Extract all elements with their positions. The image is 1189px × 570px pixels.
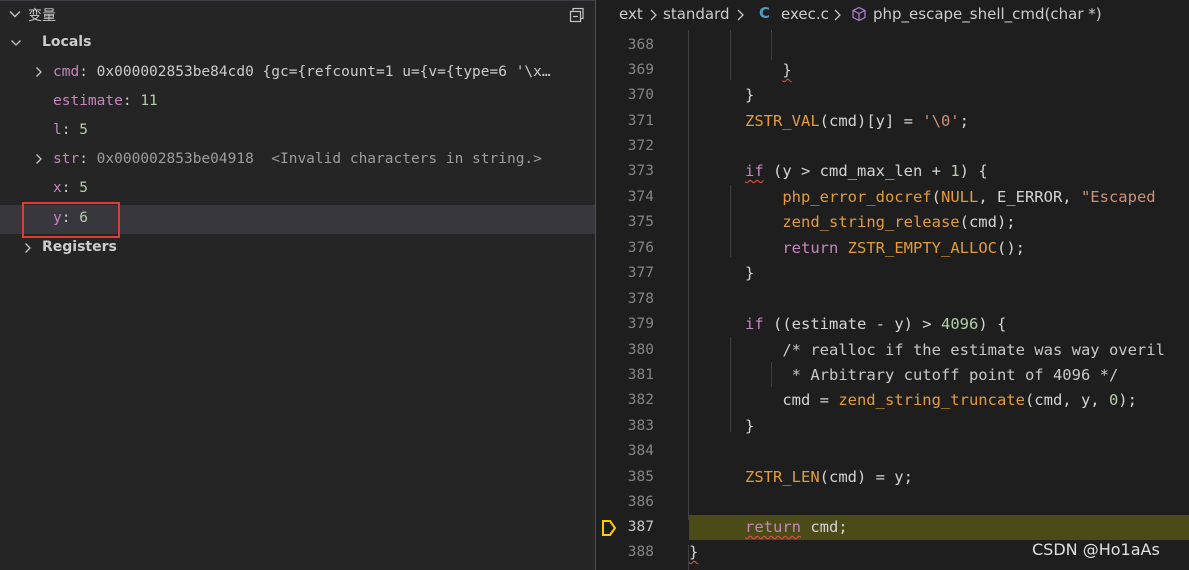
- variable-name: l: [53, 122, 62, 138]
- registers-group[interactable]: Registers: [0, 234, 595, 263]
- line-number: 382: [627, 392, 654, 408]
- variable-row-estimate[interactable]: estimate: 11: [0, 87, 595, 116]
- line-number: 383: [627, 418, 654, 434]
- chevron-right-icon[interactable]: [33, 66, 45, 78]
- line-number: 373: [627, 163, 654, 179]
- line-number: 368: [627, 37, 654, 53]
- line-number: 375: [627, 214, 654, 230]
- line-number: 377: [627, 265, 654, 281]
- variable-separator: :: [79, 151, 97, 167]
- code-line-381: * Arbitrary cutoff point of 4096 */: [782, 366, 1119, 384]
- line-number: 388: [627, 544, 654, 560]
- registers-group-label: Registers: [42, 239, 117, 255]
- line-number: 374: [627, 189, 654, 205]
- chevron-down-icon[interactable]: [8, 7, 22, 21]
- indent-guide: [771, 30, 772, 60]
- variable-row-l[interactable]: l: 5: [0, 116, 595, 145]
- variable-name: str: [53, 151, 80, 167]
- debugger-window: 变量 Locals cmd: 0x000002853be84cd0 {gc={r…: [0, 0, 1189, 570]
- chevron-right-icon: [650, 9, 657, 21]
- variable-value: 5: [79, 180, 88, 196]
- code-line-374: php_error_docref(NULL, E_ERROR, "Escaped: [782, 188, 1156, 206]
- variables-panel-title: 变量: [28, 8, 56, 24]
- code-line-379: if ((estimate - y) > 4096) {: [745, 315, 1007, 333]
- current-statement-arrow-icon[interactable]: [601, 519, 617, 537]
- chevron-right-icon[interactable]: [33, 153, 45, 165]
- code-line-380: /* realloc if the estimate was way overi…: [782, 341, 1165, 359]
- code-line-373: if (y > cmd_max_len + 1) {: [745, 162, 988, 180]
- variable-separator: :: [79, 64, 97, 80]
- line-number: 385: [627, 469, 654, 485]
- locals-group-label: Locals: [42, 34, 92, 50]
- variable-value: 0x000002853be84cd0 {gc={refcount=1 u={v=…: [96, 64, 551, 80]
- code-line-370: }: [689, 86, 755, 104]
- variable-separator: :: [61, 122, 80, 138]
- code-line-382: cmd = zend_string_truncate(cmd, y, 0);: [689, 391, 1137, 409]
- line-number: 369: [627, 62, 654, 78]
- chevron-down-icon[interactable]: [10, 37, 22, 49]
- variable-row-x[interactable]: x: 5: [0, 174, 595, 203]
- code-line-383: }: [689, 417, 755, 435]
- line-number: 379: [627, 316, 654, 332]
- code-editor: ext standard C exec.c php_escape_shell_c…: [597, 0, 1189, 570]
- line-number: 386: [627, 494, 654, 510]
- variable-value: 11: [140, 93, 158, 109]
- code-line-375: zend_string_release(cmd);: [782, 213, 1016, 231]
- line-number: 381: [627, 367, 654, 383]
- variable-name: cmd: [53, 64, 80, 80]
- breadcrumb-item-ext[interactable]: ext: [619, 5, 643, 23]
- line-number: 371: [627, 113, 654, 129]
- variable-name: x: [53, 180, 62, 196]
- code-line-385: ZSTR_LEN(cmd) = y;: [745, 468, 913, 486]
- line-number: 380: [627, 342, 654, 358]
- line-number: 376: [627, 240, 654, 256]
- variable-separator: :: [122, 93, 141, 109]
- line-number: 384: [627, 443, 654, 459]
- watermark: CSDN @Ho1aAs: [1032, 540, 1160, 559]
- variables-panel-header[interactable]: 变量: [0, 0, 595, 28]
- chevron-right-icon[interactable]: [22, 242, 34, 254]
- code-line-387-current: return cmd;: [689, 515, 1189, 540]
- variable-value: 5: [79, 122, 88, 138]
- code-line-376: return ZSTR_EMPTY_ALLOC();: [782, 239, 1025, 257]
- code-line-377: }: [689, 264, 755, 282]
- highlight-annotation-box: [22, 202, 120, 238]
- line-number: 378: [627, 291, 654, 307]
- collapse-all-icon[interactable]: [568, 6, 586, 24]
- variable-name: estimate: [53, 93, 123, 109]
- variable-row-str[interactable]: str: 0x000002853be04918 <Invalid charact…: [0, 145, 595, 174]
- code-line-371: ZSTR_VAL(cmd)[y] = '\0';: [745, 112, 969, 130]
- line-number: 370: [627, 87, 654, 103]
- variable-value: 0x000002853be04918 <Invalid characters i…: [96, 151, 542, 167]
- variable-row-cmd[interactable]: cmd: 0x000002853be84cd0 {gc={refcount=1 …: [0, 58, 595, 87]
- line-number: 372: [627, 138, 654, 154]
- variables-panel: 变量 Locals cmd: 0x000002853be84cd0 {gc={r…: [0, 0, 596, 570]
- code-line-369: }: [782, 61, 792, 79]
- locals-group[interactable]: Locals: [0, 29, 595, 58]
- variable-separator: :: [61, 180, 80, 196]
